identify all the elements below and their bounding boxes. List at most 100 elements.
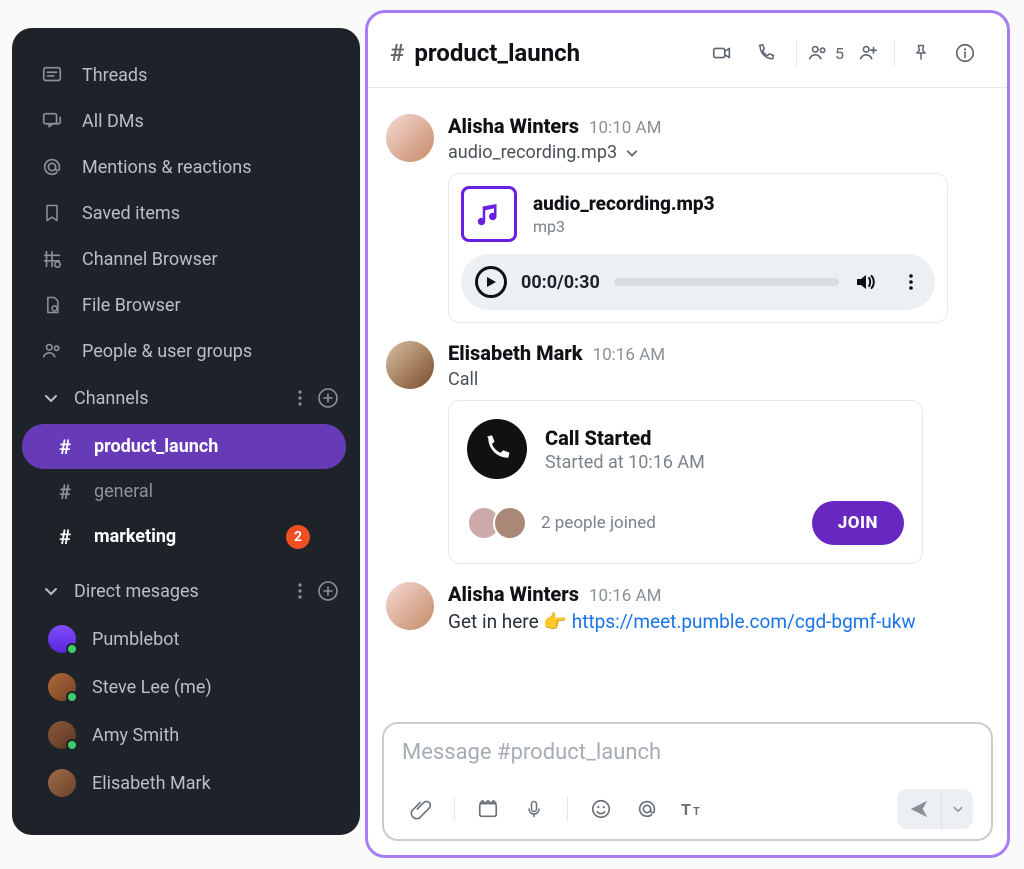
avatar [48,769,76,797]
svg-text:T: T [693,805,700,818]
hash-icon: # [52,480,78,504]
members-button[interactable]: 5 [807,42,844,64]
seek-bar[interactable] [614,278,839,286]
unread-badge: 2 [286,525,310,549]
member-count: 5 [835,44,844,63]
emoji-button[interactable] [582,791,620,827]
mentions-icon [40,155,64,179]
nav-threads[interactable]: Threads [22,52,360,98]
player-more-button[interactable] [901,272,921,292]
call-title: Call Started [545,426,705,450]
message-subtext: Call [448,369,989,390]
avatar[interactable] [386,582,434,630]
dm-item[interactable]: Amy Smith [22,711,360,759]
nav-channel-browser[interactable]: Channel Browser [22,236,360,282]
attach-button[interactable] [402,791,440,827]
channel-header: # product_launch 5 [368,13,1007,88]
bookmark-icon [40,201,64,225]
chevron-down-icon [625,146,639,160]
message-list: Alisha Winters 10:10 AM audio_recording.… [368,88,1007,714]
meeting-link[interactable]: https://meet.pumble.com/cgd-bgmf-ukw [572,610,916,633]
add-member-button[interactable] [848,35,888,71]
nav-label: Threads [82,65,147,86]
message: Elisabeth Mark 10:16 AM Call Call Starte… [386,341,989,564]
avatar[interactable] [386,114,434,162]
composer: TT [382,722,993,841]
message: Alisha Winters 10:10 AM audio_recording.… [386,114,989,323]
send-options-button[interactable] [941,789,973,829]
nav-bookmark[interactable]: Saved items [22,190,360,236]
avatar[interactable] [386,341,434,389]
volume-button[interactable] [853,270,877,294]
channels-more-button[interactable] [286,384,314,412]
audio-clip-button[interactable] [515,791,553,827]
nav-file-browser[interactable]: File Browser [22,282,360,328]
call-subtitle: Started at 10:16 AM [545,452,705,473]
formatting-button[interactable]: TT [674,791,712,827]
people-icon [40,339,64,363]
nav-label: File Browser [82,295,181,316]
nav-label: Mentions & reactions [82,157,252,178]
file-name: audio_recording.mp3 [533,192,715,215]
chevron-down-icon [40,387,62,409]
nav-people[interactable]: People & user groups [22,328,360,374]
channel-general[interactable]: # general [22,469,346,514]
dm-item[interactable]: Pumblebot [22,615,360,663]
channels-header[interactable]: Channels [22,374,360,422]
author-name[interactable]: Alisha Winters [448,114,579,138]
dm-name: Steve Lee (me) [92,677,212,698]
channel-title: product_launch [414,39,580,67]
author-name[interactable]: Elisabeth Mark [448,341,583,365]
call-card: Call Started Started at 10:16 AM 2 peopl… [448,400,923,564]
audio-attachment: audio_recording.mp3 mp3 00:0/0:30 [448,173,948,323]
hash-icon: # [52,525,78,549]
pin-button[interactable] [901,35,941,71]
channels-header-label: Channels [74,388,149,409]
player-time: 00:0/0:30 [521,272,600,293]
message-input[interactable] [402,740,973,765]
svg-text:T: T [681,800,691,819]
join-button[interactable]: JOIN [812,501,904,545]
send-button[interactable] [897,789,941,829]
nav-mentions[interactable]: Mentions & reactions [22,144,360,190]
joined-label: 2 people joined [541,513,656,533]
mention-button[interactable] [628,791,666,827]
message-time: 10:10 AM [589,118,661,138]
hash-icon: # [390,39,404,67]
video-call-button[interactable] [702,35,742,71]
audio-player: 00:0/0:30 [461,254,935,310]
chevron-down-icon [40,580,62,602]
dms-more-button[interactable] [286,577,314,605]
author-name[interactable]: Alisha Winters [448,582,579,606]
add-dm-button[interactable] [314,577,342,605]
nav-label: Channel Browser [82,249,218,270]
avatar [48,625,76,653]
channel-marketing[interactable]: #marketing2 [22,514,346,559]
channel-pane: # product_launch 5 [365,10,1010,858]
dm-item[interactable]: Steve Lee (me) [22,663,360,711]
video-clip-button[interactable] [469,791,507,827]
point-right-icon: 👉 [543,610,567,633]
message-time: 10:16 AM [589,586,661,606]
dm-name: Amy Smith [92,725,179,746]
message-text: Get in here 👉 https://meet.pumble.com/cg… [448,610,989,633]
send-button-group [897,789,973,829]
joined-avatars [467,506,527,540]
avatar [493,506,527,540]
add-channel-button[interactable] [314,384,342,412]
dms-header-label: Direct mesages [74,581,199,602]
message: Alisha Winters 10:16 AM Get in here 👉 ht… [386,582,989,633]
attachment-caption[interactable]: audio_recording.mp3 [448,142,989,163]
info-button[interactable] [945,35,985,71]
play-button[interactable] [475,266,507,298]
audio-call-button[interactable] [746,35,786,71]
file-browser-icon [40,293,64,317]
dm-item[interactable]: Elisabeth Mark [22,759,360,807]
channel-browser-icon [40,247,64,271]
nav-dm[interactable]: All DMs [22,98,360,144]
channel-product_launch[interactable]: #product_launch [22,424,346,469]
dms-header[interactable]: Direct mesages [22,567,360,615]
channel-name: general [94,481,153,502]
nav-label: All DMs [82,111,144,132]
dm-icon [40,109,64,133]
